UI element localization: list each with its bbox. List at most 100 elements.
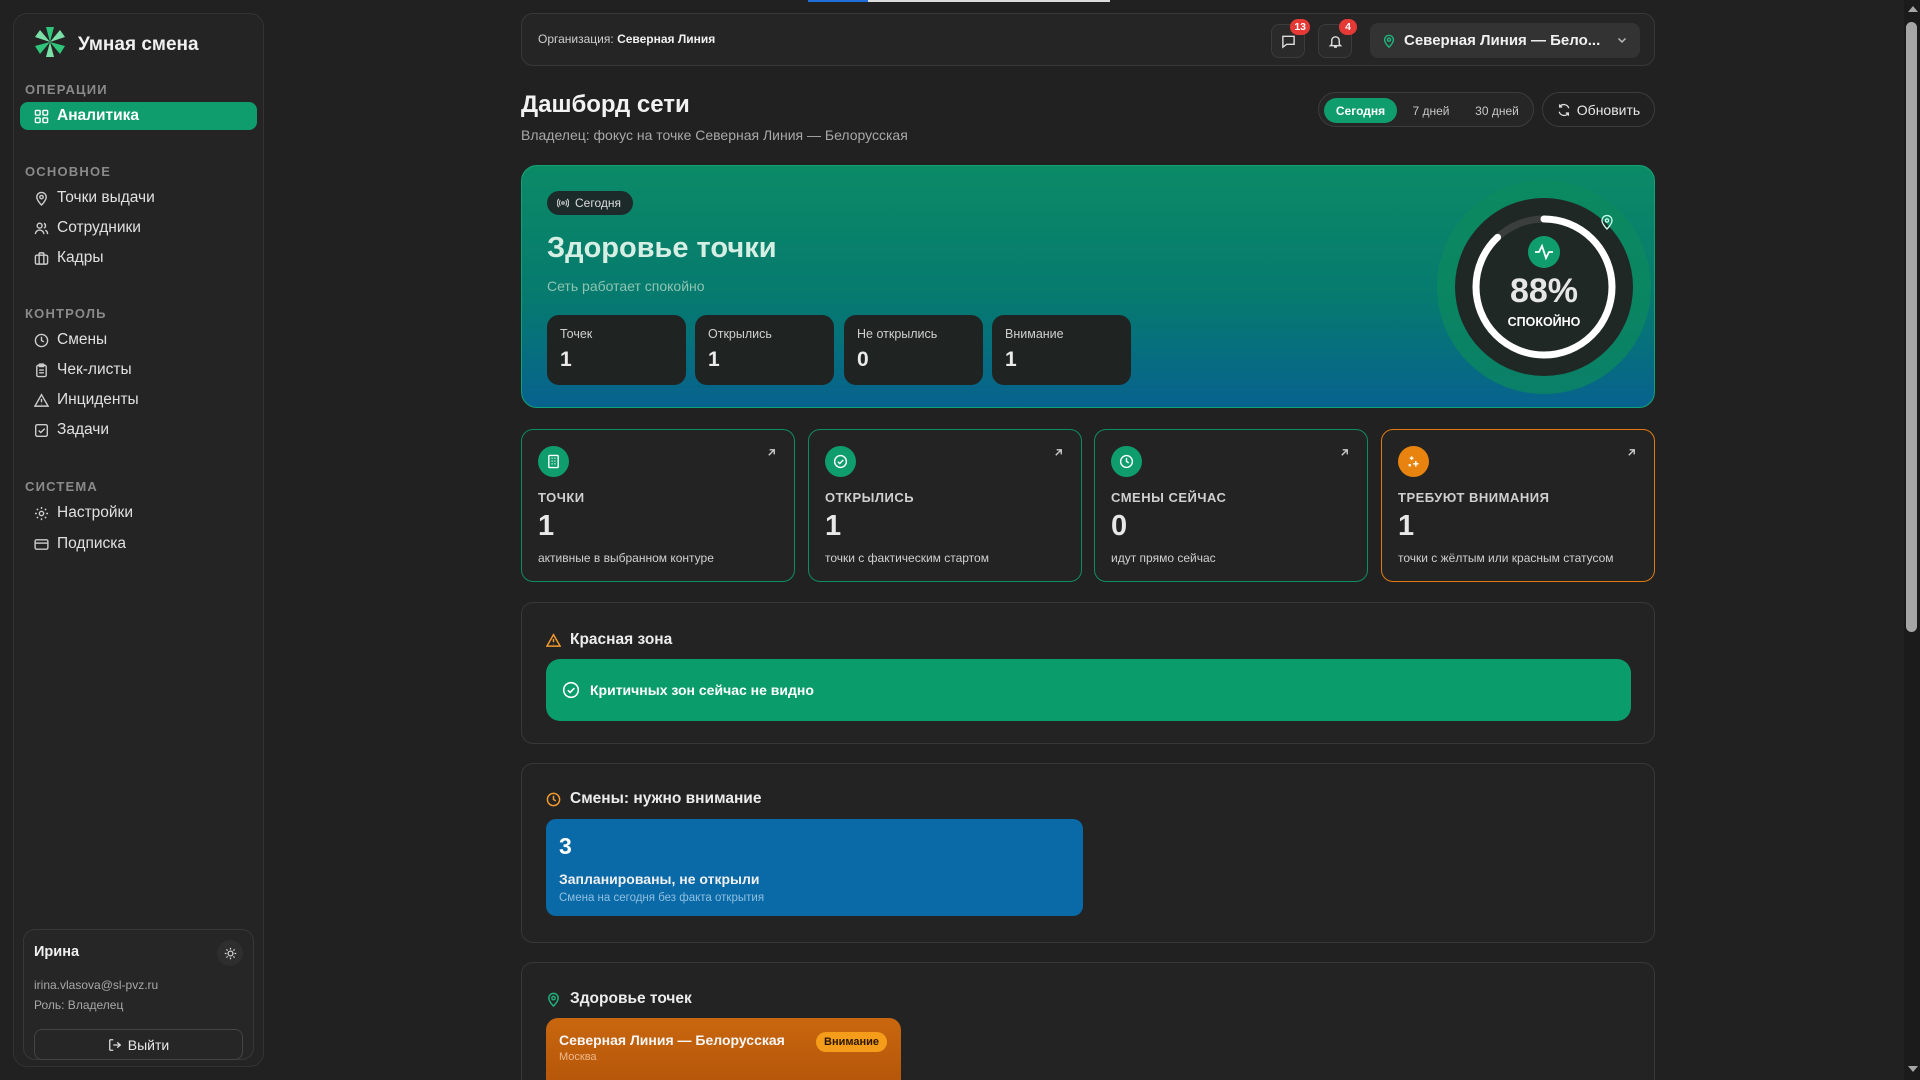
- organization: Организация: Северная Линия: [538, 32, 715, 46]
- kpi-card-need-attention[interactable]: ТРЕБУЮТ ВНИМАНИЯ 1 точки с жёлтым или кр…: [1381, 429, 1655, 582]
- sidebar-item-label: Инциденты: [57, 391, 139, 408]
- stat-value: 0: [857, 348, 869, 371]
- logout-button[interactable]: Выйти: [34, 1029, 243, 1060]
- gauge-value: 88%: [1510, 272, 1578, 310]
- date-range-switch: Сегодня 7 дней 30 дней: [1318, 92, 1534, 127]
- arrow-up-right-icon: [1628, 449, 1635, 456]
- arrow-up-right-icon: [1055, 449, 1062, 456]
- planned-not-opened-card[interactable]: 3 Запланированы, не открыли Смена на сег…: [546, 819, 1083, 916]
- arrow-up-right-icon: [768, 449, 775, 456]
- messages-badge: 13: [1290, 19, 1310, 35]
- sidebar-item-checklists[interactable]: Чек-листы: [20, 356, 257, 384]
- check-square-icon: [34, 423, 49, 437]
- kpi-description: идут прямо сейчас: [1111, 551, 1216, 565]
- section-title-operations: ОПЕРАЦИИ: [25, 82, 108, 97]
- kpi-value: 0: [1111, 510, 1128, 542]
- planned-not-opened-count: 3: [559, 833, 572, 859]
- health-hero-card: Сегодня Здоровье точки Сеть работает спо…: [521, 165, 1655, 408]
- stat-points: Точек 1: [547, 315, 686, 385]
- sidebar-item-label: Аналитика: [57, 107, 140, 124]
- shifts-panel-title-text: Смены: нужно внимание: [570, 790, 762, 807]
- hero-subtitle: Сеть работает спокойно: [547, 278, 705, 294]
- kpi-card-points[interactable]: ТОЧКИ 1 активные в выбранном контуре: [521, 429, 795, 582]
- kpi-label: ТРЕБУЮТ ВНИМАНИЯ: [1398, 490, 1550, 505]
- sidebar: Умная смена ОПЕРАЦИИ Аналитика ОСНОВНОЕ …: [13, 13, 264, 1067]
- location-select[interactable]: Северная Линия — Бело...: [1370, 23, 1640, 58]
- range-30-days-button[interactable]: 30 дней: [1465, 98, 1529, 123]
- no-critical-zones-message: Критичных зон сейчас не видно: [590, 682, 814, 698]
- range-today-button[interactable]: Сегодня: [1324, 98, 1397, 123]
- alert-triangle-icon: [34, 392, 49, 407]
- sidebar-item-subscription[interactable]: Подписка: [20, 530, 257, 558]
- logout-icon: [108, 1038, 122, 1051]
- kpi-value: 1: [825, 510, 842, 542]
- kpi-card-opened[interactable]: ОТКРЫЛИСЬ 1 точки с фактическим стартом: [808, 429, 1082, 582]
- sidebar-item-label: Настройки: [57, 504, 134, 521]
- messages-button[interactable]: 13: [1271, 19, 1310, 58]
- kpi-description: точки с жёлтым или красным статусом: [1398, 551, 1614, 565]
- sidebar-item-label: Кадры: [57, 249, 104, 266]
- no-critical-zones-alert: Критичных зон сейчас не видно: [546, 659, 1631, 721]
- notifications-button[interactable]: 4: [1318, 19, 1357, 58]
- credit-card-icon: [34, 538, 49, 550]
- stat-value: 1: [1005, 348, 1017, 371]
- kpi-card-active-shifts[interactable]: СМЕНЫ СЕЙЧАС 0 идут прямо сейчас: [1094, 429, 1368, 582]
- user-name: Ирина: [34, 944, 80, 960]
- app-name: Умная смена: [78, 33, 199, 55]
- page-subtitle: Владелец: фокус на точке Северная Линия …: [521, 127, 908, 143]
- org-label: Организация:: [538, 32, 614, 46]
- building-icon: [538, 446, 569, 477]
- kpi-label: ТОЧКИ: [538, 490, 585, 505]
- brand[interactable]: Умная смена: [32, 24, 199, 65]
- stat-label: Точек: [560, 327, 593, 341]
- shifts-panel-title: Смены: нужно внимание: [546, 790, 761, 808]
- kpi-label: СМЕНЫ СЕЙЧАС: [1111, 490, 1227, 505]
- theme-toggle-button[interactable]: [217, 940, 243, 966]
- users-icon: [34, 222, 49, 234]
- page-load-progress: [808, 0, 1110, 2]
- sidebar-item-incidents[interactable]: Инциденты: [20, 386, 257, 414]
- kpi-label: ОТКРЫЛИСЬ: [825, 490, 915, 505]
- alert-triangle-icon: [546, 632, 561, 647]
- point-name: Северная Линия — Белорусская: [559, 1032, 785, 1048]
- sidebar-item-pickup-points[interactable]: Точки выдачи: [20, 184, 257, 212]
- sidebar-item-settings[interactable]: Настройки: [20, 499, 257, 527]
- stat-opened: Открылись 1: [695, 315, 834, 385]
- sparkles-icon: [1398, 446, 1429, 477]
- grid-icon: [34, 109, 49, 123]
- points-health-title: Здоровье точек: [546, 990, 692, 1008]
- points-health-title-text: Здоровье точек: [570, 990, 692, 1007]
- kpi-description: активные в выбранном контуре: [538, 551, 714, 565]
- point-health-card[interactable]: Северная Линия — Белорусская Москва Вним…: [546, 1018, 901, 1080]
- section-title-system: СИСТЕМА: [25, 479, 99, 494]
- sidebar-item-analytics[interactable]: Аналитика: [20, 102, 257, 130]
- stat-value: 1: [708, 348, 720, 371]
- scroll-up-arrow[interactable]: [1908, 6, 1918, 12]
- map-pin-icon: [1383, 34, 1395, 48]
- user-email: irina.vlasova@sl-pvz.ru: [34, 978, 159, 992]
- refresh-icon: [1558, 103, 1570, 116]
- check-circle-icon: [825, 446, 856, 477]
- kpi-value: 1: [538, 510, 555, 542]
- sidebar-item-employees[interactable]: Сотрудники: [20, 214, 257, 242]
- radio-icon: [557, 198, 569, 208]
- location-select-value: Северная Линия — Бело...: [1404, 32, 1601, 49]
- sidebar-item-hr[interactable]: Кадры: [20, 244, 257, 272]
- refresh-button[interactable]: Обновить: [1542, 92, 1655, 127]
- message-icon: [1281, 35, 1295, 49]
- stat-value: 1: [560, 348, 572, 371]
- top-bar: Организация: Северная Линия 13 4 Северна…: [521, 13, 1655, 66]
- scrollbar-thumb[interactable]: [1906, 22, 1917, 632]
- scroll-down-arrow[interactable]: [1908, 1066, 1918, 1072]
- arrow-up-right-icon: [1341, 449, 1348, 456]
- clock-icon: [546, 792, 561, 806]
- user-role: Роль: Владелец: [34, 998, 124, 1012]
- sidebar-item-tasks[interactable]: Задачи: [20, 416, 257, 444]
- section-title-main: ОСНОВНОЕ: [25, 164, 112, 179]
- sidebar-item-shifts[interactable]: Смены: [20, 326, 257, 354]
- planned-not-opened-desc: Смена на сегодня без факта открытия: [559, 892, 765, 904]
- check-circle-icon: [562, 681, 580, 699]
- period-chip-label: Сегодня: [575, 196, 621, 210]
- stat-label: Внимание: [1005, 327, 1064, 341]
- range-7-days-button[interactable]: 7 дней: [1401, 98, 1461, 123]
